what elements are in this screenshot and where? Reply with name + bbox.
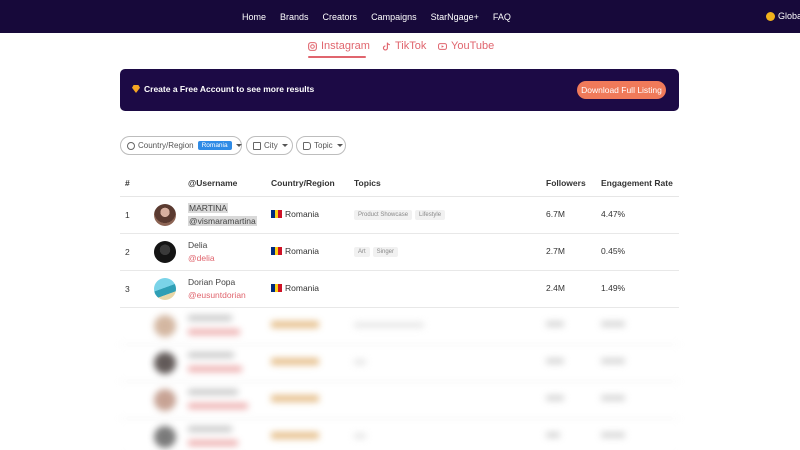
topic-chip[interactable]: Product Showcase bbox=[354, 210, 413, 220]
followers: 2.4M bbox=[546, 283, 565, 293]
topic-chip[interactable]: Lifestyle bbox=[415, 210, 446, 220]
header-topics: Topics bbox=[354, 178, 381, 188]
romania-flag-icon bbox=[271, 210, 283, 218]
chevron-down-icon bbox=[235, 144, 242, 147]
romania-flag-icon bbox=[271, 247, 283, 255]
avatar[interactable] bbox=[154, 204, 176, 226]
instagram-icon bbox=[308, 41, 317, 51]
table-row[interactable]: 2 Delia @delia Romania Art Singer 2.7M 0.… bbox=[120, 234, 679, 271]
topic-chip[interactable]: Singer bbox=[372, 247, 399, 257]
country-region-filter[interactable]: Country/Region Romania bbox=[120, 136, 242, 155]
tab-youtube-label: YouTube bbox=[451, 40, 495, 52]
nav-home[interactable]: Home bbox=[242, 12, 266, 22]
username-link[interactable]: @vismaramartina bbox=[188, 216, 257, 226]
tab-youtube[interactable]: YouTube bbox=[438, 40, 494, 52]
display-name: Delia bbox=[188, 240, 208, 250]
city-filter-label: City bbox=[264, 141, 278, 150]
tab-instagram-label: Instagram bbox=[321, 40, 370, 52]
engagement-rate: 0.45% bbox=[601, 246, 626, 256]
header-country[interactable]: Country/Region bbox=[271, 178, 335, 188]
nav-creators[interactable]: Creators bbox=[323, 12, 358, 22]
rank: 3 bbox=[125, 284, 130, 294]
avatar bbox=[154, 315, 176, 337]
rank: 2 bbox=[125, 247, 130, 257]
engagement-rate: 1.49% bbox=[601, 283, 626, 293]
active-tab-indicator bbox=[308, 56, 366, 58]
tag-icon bbox=[303, 141, 311, 150]
username-link[interactable]: @delia bbox=[188, 253, 215, 263]
tiktok-icon bbox=[382, 42, 390, 50]
engagement-rate: 4.47% bbox=[601, 209, 626, 219]
header-rank: # bbox=[125, 178, 130, 188]
display-name: Dorian Popa bbox=[188, 277, 236, 287]
platform-tabs: Instagram TikTok YouTube bbox=[0, 40, 800, 58]
language-label: Globa bbox=[778, 11, 800, 21]
locked-table-row bbox=[120, 308, 679, 345]
country-filter-label: Country/Region bbox=[138, 141, 194, 150]
topics: Product Showcase Lifestyle bbox=[354, 208, 448, 220]
tab-tiktok-label: TikTok bbox=[395, 40, 427, 52]
tab-instagram[interactable]: Instagram bbox=[308, 40, 370, 52]
banner-text: Create a Free Account to see more result… bbox=[144, 84, 315, 94]
top-navbar: Home Brands Creators Campaigns StarNgage… bbox=[0, 0, 800, 33]
romania-flag-icon bbox=[271, 284, 283, 292]
topic-chip[interactable]: Art bbox=[354, 247, 370, 257]
header-username[interactable]: @Username bbox=[188, 178, 237, 188]
display-name: MARTINA bbox=[188, 203, 229, 213]
country-filter-badge: Romania bbox=[197, 141, 232, 150]
nav-campaigns[interactable]: Campaigns bbox=[371, 12, 417, 22]
gem-icon bbox=[132, 85, 140, 93]
nav-links: Home Brands Creators Campaigns StarNgage… bbox=[242, 0, 525, 33]
locked-table-row bbox=[120, 382, 679, 419]
nav-faq[interactable]: FAQ bbox=[493, 12, 511, 22]
avatar bbox=[154, 352, 176, 374]
nav-brands[interactable]: Brands bbox=[280, 12, 309, 22]
table-row[interactable]: 1 MARTINA @vismaramartina Romania Produc… bbox=[120, 197, 679, 234]
avatar bbox=[154, 389, 176, 411]
country: Romania bbox=[285, 209, 320, 219]
avatar[interactable] bbox=[154, 278, 176, 300]
avatar bbox=[154, 426, 176, 448]
followers: 6.7M bbox=[546, 209, 565, 219]
table-row[interactable]: 3 Dorian Popa @eusuntdorian Romania 2.4M… bbox=[120, 271, 679, 308]
chevron-down-icon bbox=[281, 144, 288, 147]
nav-starngage-plus[interactable]: StarNgage+ bbox=[431, 12, 479, 22]
country: Romania bbox=[285, 283, 320, 293]
locked-table-row bbox=[120, 419, 679, 450]
globe-icon bbox=[766, 11, 775, 21]
banner-message: Create a Free Account to see more result… bbox=[132, 84, 314, 94]
globe-outline-icon bbox=[127, 141, 135, 150]
city-filter[interactable]: City bbox=[246, 136, 293, 155]
avatar[interactable] bbox=[154, 241, 176, 263]
country: Romania bbox=[285, 246, 320, 256]
rank: 1 bbox=[125, 210, 130, 220]
header-followers[interactable]: Followers bbox=[546, 178, 586, 188]
header-engagement[interactable]: Engagement Rate bbox=[601, 178, 673, 188]
topics: Art Singer bbox=[354, 245, 401, 257]
topic-filter[interactable]: Topic bbox=[296, 136, 346, 155]
youtube-icon bbox=[438, 42, 447, 50]
download-full-listing-button[interactable]: Download Full Listing bbox=[577, 81, 666, 99]
locked-table-row bbox=[120, 345, 679, 382]
tab-tiktok[interactable]: TikTok bbox=[382, 40, 426, 52]
username-link[interactable]: @eusuntdorian bbox=[188, 290, 246, 300]
chevron-down-icon bbox=[336, 144, 343, 147]
building-icon bbox=[253, 141, 261, 150]
language-selector[interactable]: Globa bbox=[766, 11, 800, 21]
topic-filter-label: Topic bbox=[314, 141, 333, 150]
table-header: # @Username Country/Region Topics Follow… bbox=[120, 170, 679, 197]
followers: 2.7M bbox=[546, 246, 565, 256]
